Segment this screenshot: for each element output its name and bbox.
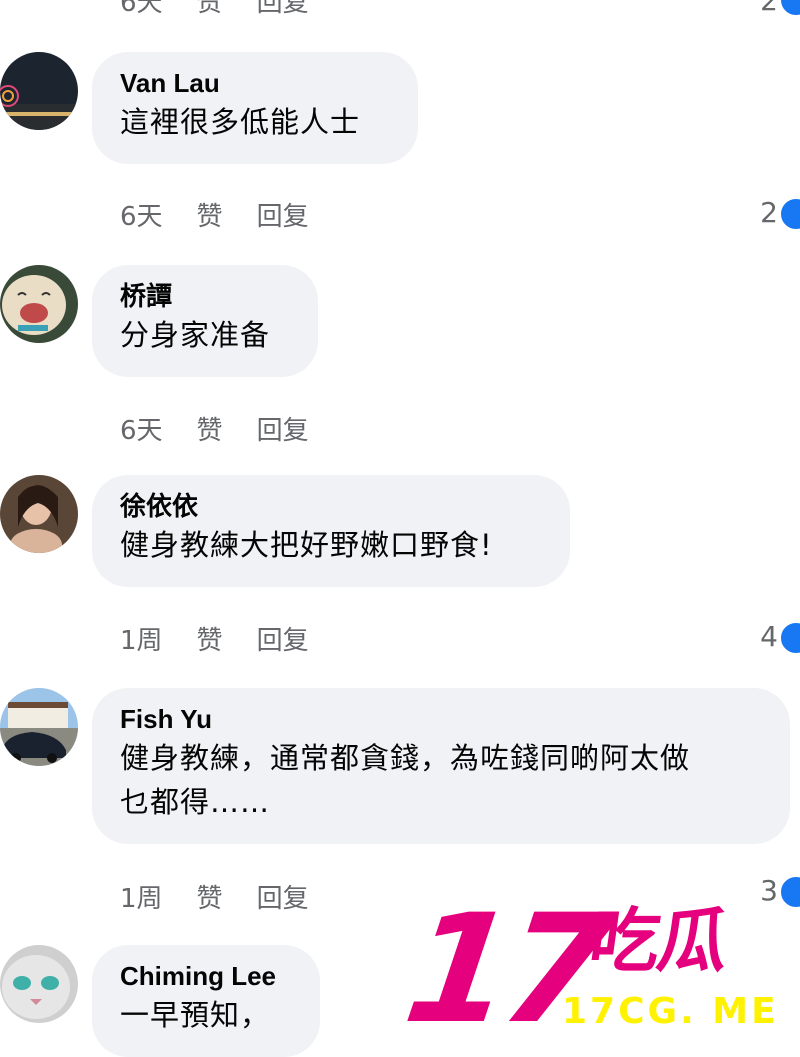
reply-button[interactable]: 回复 (257, 196, 309, 233)
timestamp[interactable]: 1周 (120, 620, 163, 657)
commenter-name[interactable]: Chiming Lee (120, 959, 292, 993)
comment-bubble: Fish Yu 健身教練，通常都貪錢，為咗錢同啲阿太做 乜都得…… (92, 688, 790, 844)
commenter-name[interactable]: 桥譚 (120, 279, 290, 313)
comment-bubble: Van Lau 這裡很多低能人士 (92, 52, 418, 164)
like-button[interactable]: 赞 (197, 878, 223, 915)
comment-text: 健身教練大把好野嫩口野食! (120, 528, 493, 562)
comment-actions: 6天赞回复 (120, 196, 343, 233)
timestamp[interactable]: 6天 (120, 410, 163, 447)
like-reaction-icon (778, 196, 800, 232)
commenter-name[interactable]: Fish Yu (120, 702, 762, 736)
reaction-count[interactable]: 2 (760, 196, 778, 229)
timestamp[interactable]: 1周 (120, 878, 163, 915)
avatar[interactable] (0, 52, 78, 130)
comment-actions-top: 6天 赞 回复 (120, 0, 343, 19)
comment-text: 健身教練，通常都貪錢，為咗錢同啲阿太做 (120, 741, 691, 775)
like-reaction-icon (778, 620, 800, 656)
comment-bubble: 桥譚 分身家准备 (92, 265, 318, 377)
comment-text: 乜都得…… (120, 785, 271, 819)
like-button[interactable]: 赞 (197, 620, 223, 657)
avatar[interactable] (0, 475, 78, 553)
like-reaction-icon (778, 874, 800, 910)
avatar[interactable] (0, 265, 78, 343)
like-button[interactable]: 赞 (197, 410, 223, 447)
comment-actions: 1周赞回复 (120, 878, 343, 915)
reaction-count[interactable]: 4 (760, 620, 778, 653)
reaction-count[interactable]: 3 (760, 874, 778, 907)
avatar[interactable] (0, 688, 78, 766)
commenter-name[interactable]: 徐依依 (120, 489, 542, 523)
like-reaction-icon (778, 0, 800, 18)
watermark-url: 17CG. ME (562, 991, 779, 1032)
comment-bubble: 徐依依 健身教練大把好野嫩口野食! (92, 475, 570, 587)
reply-button[interactable]: 回复 (257, 620, 309, 657)
like-button[interactable]: 赞 (197, 0, 223, 18)
comment-text: 這裡很多低能人士 (120, 105, 361, 139)
reply-button[interactable]: 回复 (257, 0, 309, 18)
reply-button[interactable]: 回复 (257, 410, 309, 447)
like-button[interactable]: 赞 (197, 196, 223, 233)
reaction-count[interactable]: 2 (760, 0, 778, 17)
commenter-name[interactable]: Van Lau (120, 66, 390, 100)
comment-text: 分身家准备 (120, 318, 271, 352)
timestamp[interactable]: 6天 (120, 196, 163, 233)
watermark-chinese: 吃瓜 (584, 900, 732, 982)
comment-text: 一早預知， (120, 998, 271, 1032)
avatar[interactable] (0, 945, 78, 1023)
comment-actions: 1周赞回复 (120, 620, 343, 657)
comment-bubble: Chiming Lee 一早預知， (92, 945, 320, 1057)
comment-actions: 6天赞回复 (120, 410, 343, 447)
timestamp: 6天 (120, 0, 163, 18)
reply-button[interactable]: 回复 (257, 878, 309, 915)
